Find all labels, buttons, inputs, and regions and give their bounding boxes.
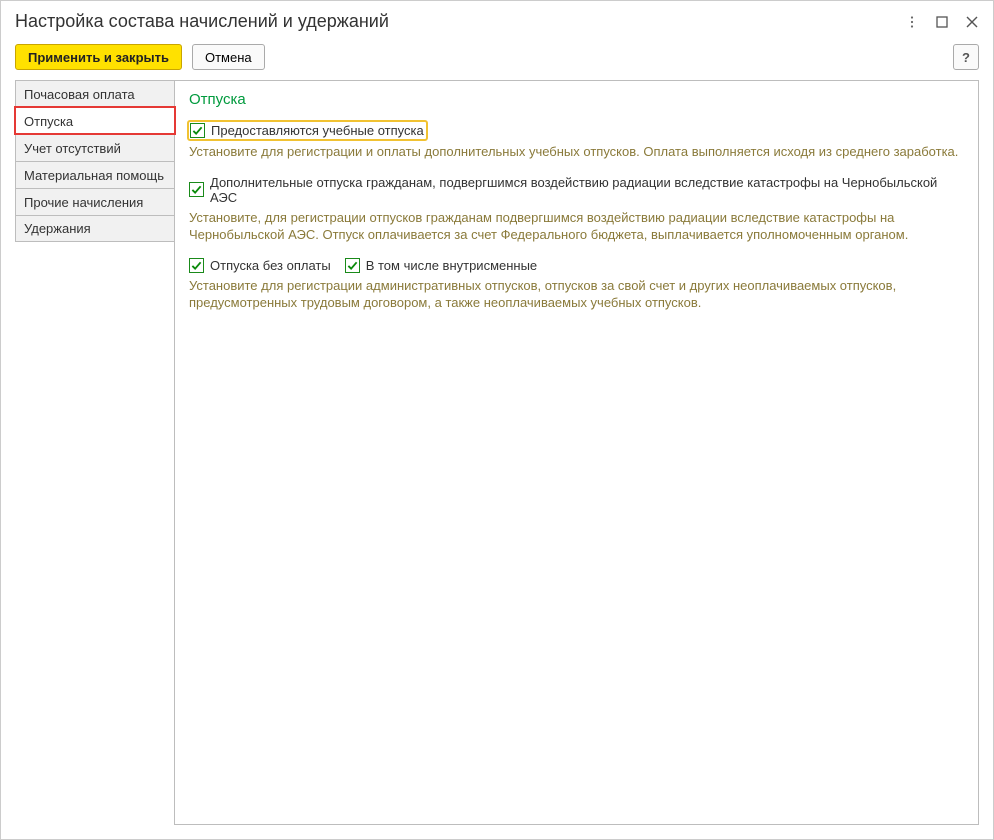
sidebar-item-label: Материальная помощь bbox=[24, 168, 164, 183]
sidebar: Почасовая оплата Отпуска Учет отсутствий… bbox=[15, 80, 175, 825]
option-unpaid[interactable]: Отпуска без оплаты bbox=[189, 258, 331, 273]
kebab-menu-icon[interactable] bbox=[905, 15, 919, 29]
checkbox-label: Отпуска без оплаты bbox=[210, 258, 331, 273]
body: Почасовая оплата Отпуска Учет отсутствий… bbox=[1, 80, 993, 839]
sidebar-item-label: Почасовая оплата bbox=[24, 87, 135, 102]
close-icon[interactable] bbox=[965, 15, 979, 29]
settings-window: Настройка состава начислений и удержаний… bbox=[0, 0, 994, 840]
option-unpaid-row: Отпуска без оплаты В том числе внутрисме… bbox=[189, 258, 964, 273]
sidebar-item-material-aid[interactable]: Материальная помощь bbox=[15, 161, 175, 188]
option-study-leave-row: Предоставляются учебные отпуска bbox=[189, 122, 964, 139]
content-title: Отпуска bbox=[189, 91, 964, 108]
sidebar-item-deductions[interactable]: Удержания bbox=[15, 215, 175, 242]
help-button[interactable]: ? bbox=[953, 44, 979, 70]
option-chernobyl[interactable]: Дополнительные отпуска гражданам, подвер… bbox=[189, 175, 964, 205]
titlebar: Настройка состава начислений и удержаний bbox=[1, 1, 993, 40]
toolbar: Применить и закрыть Отмена ? bbox=[1, 40, 993, 80]
sidebar-item-label: Удержания bbox=[24, 221, 91, 236]
option-unpaid-inshift[interactable]: В том числе внутрисменные bbox=[345, 258, 537, 273]
content-panel: Отпуска Предоставляются учебные отпуска … bbox=[174, 80, 979, 825]
sidebar-item-vacations[interactable]: Отпуска bbox=[15, 107, 175, 134]
checkbox-chernobyl[interactable] bbox=[189, 182, 204, 197]
checkbox-label: Дополнительные отпуска гражданам, подвер… bbox=[210, 175, 964, 205]
sidebar-item-other-accruals[interactable]: Прочие начисления bbox=[15, 188, 175, 215]
option-chernobyl-row: Дополнительные отпуска гражданам, подвер… bbox=[189, 175, 964, 205]
window-controls bbox=[905, 15, 979, 29]
sidebar-item-hourly[interactable]: Почасовая оплата bbox=[15, 80, 175, 107]
hint-unpaid: Установите для регистрации административ… bbox=[189, 277, 964, 312]
hint-chernobyl: Установите, для регистрации отпусков гра… bbox=[189, 209, 964, 244]
checkbox-study-leave[interactable] bbox=[190, 123, 205, 138]
sidebar-item-label: Отпуска bbox=[24, 114, 73, 129]
sidebar-item-label: Прочие начисления bbox=[24, 195, 143, 210]
checkbox-label: Предоставляются учебные отпуска bbox=[211, 123, 424, 138]
window-title: Настройка состава начислений и удержаний bbox=[15, 11, 905, 32]
hint-study-leave: Установите для регистрации и оплаты допо… bbox=[189, 143, 964, 161]
checkbox-unpaid[interactable] bbox=[189, 258, 204, 273]
checkbox-unpaid-inshift[interactable] bbox=[345, 258, 360, 273]
cancel-button[interactable]: Отмена bbox=[192, 44, 265, 70]
apply-and-close-button[interactable]: Применить и закрыть bbox=[15, 44, 182, 70]
sidebar-item-label: Учет отсутствий bbox=[24, 141, 121, 156]
option-study-leave[interactable]: Предоставляются учебные отпуска bbox=[189, 122, 426, 139]
checkbox-label: В том числе внутрисменные bbox=[366, 258, 537, 273]
sidebar-item-absences[interactable]: Учет отсутствий bbox=[15, 134, 175, 161]
maximize-icon[interactable] bbox=[935, 15, 949, 29]
